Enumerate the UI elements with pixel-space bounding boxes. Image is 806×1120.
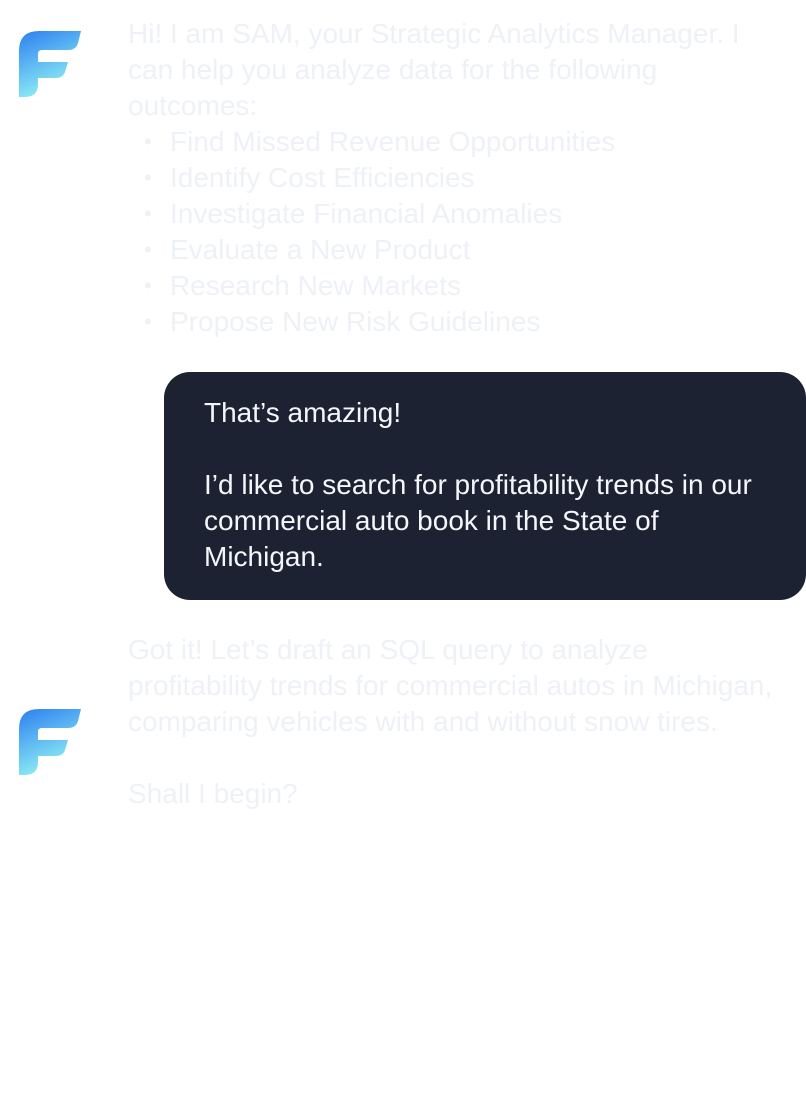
outcome-item: Research New Markets [144, 268, 788, 304]
user-message-line-1: That’s amazing! [204, 397, 402, 428]
assistant-message-reply: Got it! Let’s draft an SQL query to anal… [128, 632, 788, 812]
outcome-item: Propose New Risk Guidelines [144, 304, 788, 340]
assistant-message-intro: Hi! I am SAM, your Strategic Analytics M… [128, 16, 788, 340]
brand-f-logo-icon [18, 707, 82, 775]
outcome-list: Find Missed Revenue Opportunities Identi… [128, 124, 788, 340]
outcome-item: Investigate Financial Anomalies [144, 196, 788, 232]
assistant-reply-paragraph-1: Got it! Let’s draft an SQL query to anal… [128, 634, 773, 737]
assistant-avatar [18, 707, 82, 775]
outcome-item: Identify Cost Efficiencies [144, 160, 788, 196]
user-message-line-2: I’d like to search for profitability tre… [204, 469, 752, 572]
assistant-intro-text: Hi! I am SAM, your Strategic Analytics M… [128, 18, 740, 121]
brand-f-logo-icon [18, 29, 82, 97]
assistant-avatar [18, 29, 82, 97]
user-message-bubble: That’s amazing! I’d like to search for p… [164, 372, 806, 600]
outcome-item: Evaluate a New Product [144, 232, 788, 268]
outcome-item: Find Missed Revenue Opportunities [144, 124, 788, 160]
assistant-reply-paragraph-2: Shall I begin? [128, 778, 298, 809]
